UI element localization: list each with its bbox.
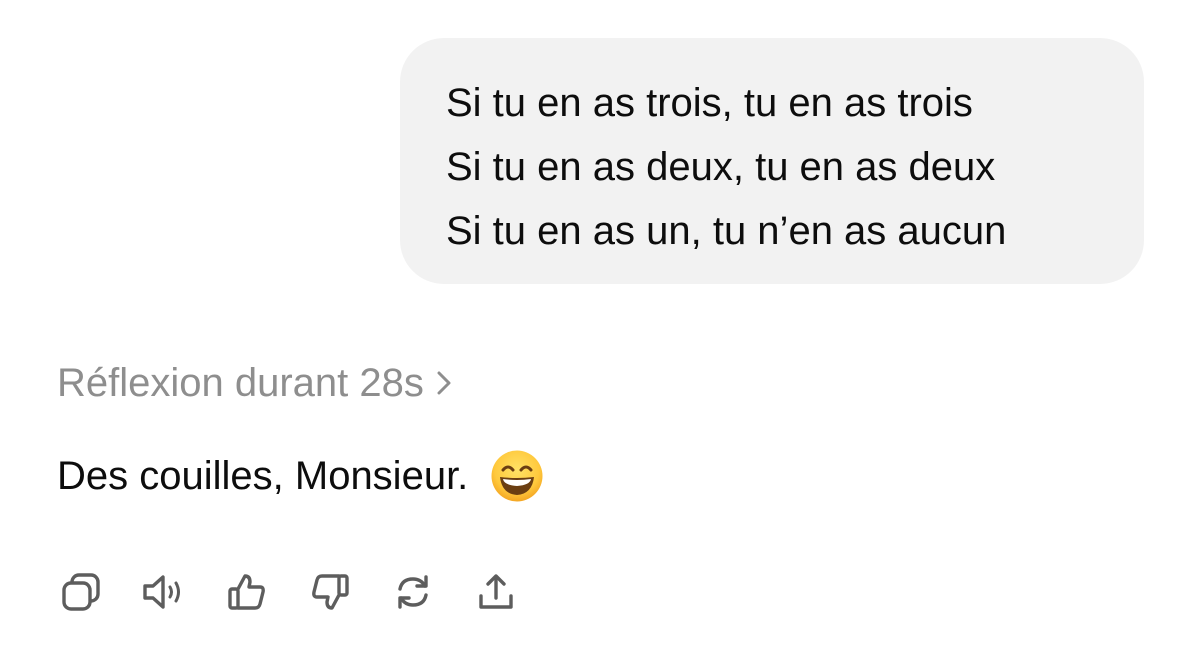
assistant-message-text: Des couilles, Monsieur. bbox=[57, 453, 469, 498]
thumbs-down-button[interactable] bbox=[306, 568, 354, 616]
copy-button[interactable] bbox=[57, 568, 105, 616]
thumbs-up-button[interactable] bbox=[223, 568, 271, 616]
read-aloud-button[interactable] bbox=[140, 568, 188, 616]
message-actions-bar bbox=[57, 568, 555, 616]
refresh-icon bbox=[398, 575, 428, 609]
thumbs-up-icon bbox=[228, 574, 265, 610]
share-button[interactable] bbox=[472, 568, 520, 616]
user-message-bubble: Si tu en as trois, tu en as trois Si tu … bbox=[400, 38, 1144, 284]
grinning-face-emoji-icon bbox=[490, 449, 544, 503]
speaker-icon bbox=[143, 575, 180, 609]
share-icon bbox=[479, 574, 513, 609]
chevron-right-icon bbox=[436, 370, 452, 396]
user-message-line: Si tu en as un, tu n’en as aucun bbox=[446, 209, 1007, 253]
reasoning-toggle[interactable]: Réflexion durant 28s bbox=[57, 356, 452, 410]
user-message-line: Si tu en as trois, tu en as trois bbox=[446, 81, 973, 125]
copy-icon bbox=[62, 573, 100, 611]
thumbs-down-icon bbox=[312, 574, 349, 610]
user-message-line: Si tu en as deux, tu en as deux bbox=[446, 145, 996, 189]
reasoning-label: Réflexion durant 28s bbox=[57, 360, 424, 405]
assistant-message: Des couilles, Monsieur. bbox=[57, 446, 544, 506]
regenerate-button[interactable] bbox=[389, 568, 437, 616]
